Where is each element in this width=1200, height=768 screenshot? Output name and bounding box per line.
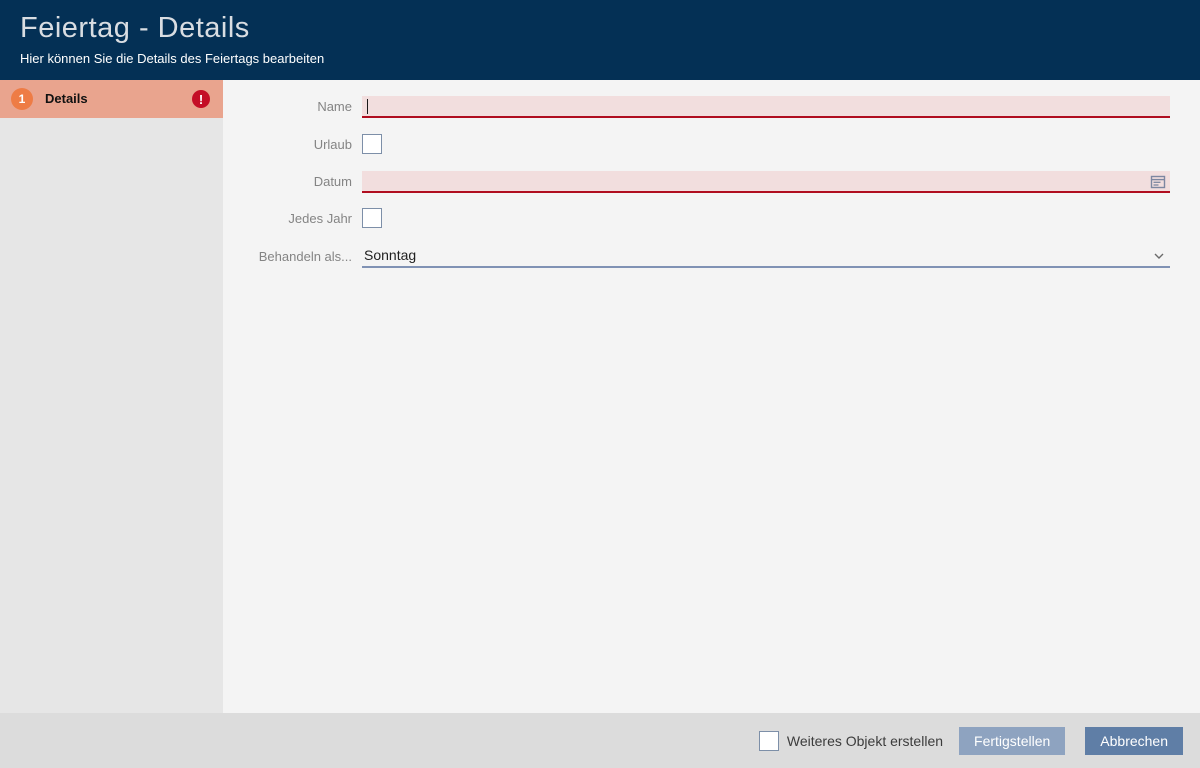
behandeln-als-value: Sonntag bbox=[364, 247, 416, 263]
name-label: Name bbox=[223, 96, 362, 118]
create-another-label: Weiteres Objekt erstellen bbox=[787, 733, 943, 749]
form-row-jedes-jahr: Jedes Jahr bbox=[223, 208, 1170, 229]
form-row-datum: Datum bbox=[223, 171, 1170, 193]
jedes-jahr-label: Jedes Jahr bbox=[223, 208, 362, 229]
error-icon: ! bbox=[192, 90, 210, 108]
dialog-footer: Weiteres Objekt erstellen Fertigstellen … bbox=[0, 713, 1200, 768]
page-title: Feiertag - Details bbox=[20, 12, 250, 45]
calendar-icon[interactable] bbox=[1150, 174, 1166, 190]
datum-label: Datum bbox=[223, 171, 362, 193]
chevron-down-icon bbox=[1153, 249, 1165, 261]
form-row-urlaub: Urlaub bbox=[223, 134, 1170, 155]
page-subtitle: Hier können Sie die Details des Feiertag… bbox=[20, 51, 324, 66]
dialog-header: Feiertag - Details Hier können Sie die D… bbox=[0, 0, 1200, 80]
step-label: Details bbox=[45, 80, 88, 118]
text-caret bbox=[367, 99, 368, 114]
urlaub-label: Urlaub bbox=[223, 134, 362, 155]
step-tab-details[interactable]: 1 Details ! bbox=[0, 80, 223, 118]
finish-button[interactable]: Fertigstellen bbox=[959, 727, 1065, 755]
form-area: Name Urlaub Datum bbox=[223, 80, 1200, 713]
name-input[interactable] bbox=[362, 96, 1170, 118]
jedes-jahr-checkbox[interactable] bbox=[362, 208, 382, 228]
wizard-step-sidebar: 1 Details ! bbox=[0, 80, 223, 713]
dialog-feiertag-details: Feiertag - Details Hier können Sie die D… bbox=[0, 0, 1200, 768]
urlaub-checkbox[interactable] bbox=[362, 134, 382, 154]
cancel-button[interactable]: Abbrechen bbox=[1085, 727, 1183, 755]
create-another-checkbox[interactable] bbox=[759, 731, 779, 751]
behandeln-als-select[interactable]: Sonntag bbox=[362, 246, 1170, 268]
datum-input[interactable] bbox=[362, 171, 1170, 193]
behandeln-als-label: Behandeln als... bbox=[223, 246, 362, 268]
form-row-behandeln-als: Behandeln als... Sonntag bbox=[223, 246, 1170, 268]
form-row-name: Name bbox=[223, 96, 1170, 118]
step-number-badge: 1 bbox=[11, 88, 33, 110]
